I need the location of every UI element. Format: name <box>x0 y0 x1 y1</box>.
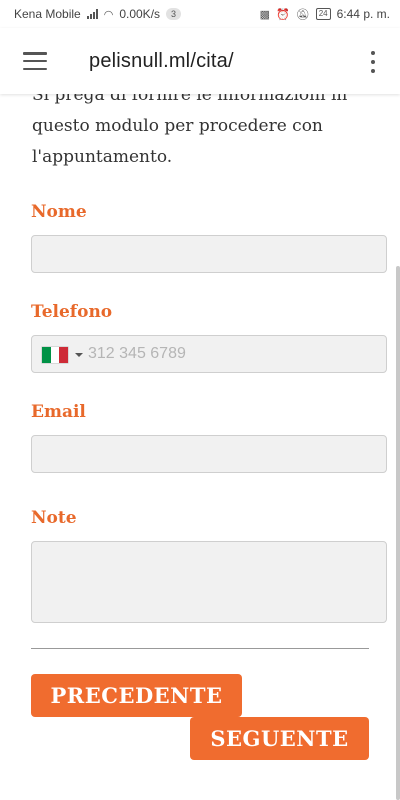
notification-badge: 3 <box>166 8 182 20</box>
no-camera-icon: ▩ <box>259 8 271 21</box>
status-bar: Kena Mobile ◠ 0.00K/s 3 ▩ ⏰ 🔕︎ 24 6:44 p… <box>0 0 400 28</box>
status-bar-left: Kena Mobile ◠ 0.00K/s 3 <box>14 7 182 21</box>
carrier-name: Kena Mobile <box>14 7 81 21</box>
alarm-icon: ⏰ <box>276 8 290 21</box>
signal-icon <box>86 9 98 19</box>
network-speed: 0.00K/s <box>119 7 161 21</box>
form-divider <box>31 648 369 649</box>
telefono-input[interactable]: 312 345 6789 <box>31 335 387 373</box>
email-label: Email <box>31 402 86 422</box>
previous-button[interactable]: PRECEDENTE <box>31 674 242 717</box>
nome-input[interactable] <box>31 235 387 273</box>
wifi-icon: ◠ <box>103 8 114 21</box>
form-intro: Si prega di fornire le informazioni in q… <box>32 94 348 167</box>
note-label: Note <box>31 508 77 528</box>
telefono-label: Telefono <box>31 302 113 322</box>
country-dropdown-caret-icon[interactable] <box>75 353 83 357</box>
browser-toolbar: pelisnull.ml/cita/ <box>0 28 400 94</box>
url-text[interactable]: pelisnull.ml/cita/ <box>89 50 234 73</box>
page-scrollbar[interactable] <box>396 266 400 800</box>
hamburger-menu-icon[interactable] <box>23 52 47 70</box>
telefono-placeholder: 312 345 6789 <box>88 345 186 362</box>
mute-icon: 🔕︎ <box>295 8 310 21</box>
next-button[interactable]: SEGUENTE <box>190 717 369 760</box>
battery-icon: 24 <box>315 8 331 20</box>
email-input[interactable] <box>31 435 387 473</box>
status-bar-right: ▩ ⏰ 🔕︎ 24 6:44 p. m. <box>260 7 390 21</box>
note-textarea[interactable] <box>31 541 387 623</box>
italy-flag-icon[interactable] <box>42 347 69 363</box>
nome-label: Nome <box>31 202 87 222</box>
more-vert-icon[interactable] <box>370 51 376 73</box>
clock: 6:44 p. m. <box>336 7 390 21</box>
page-content: Si prega di fornire le informazioni in q… <box>0 94 400 800</box>
